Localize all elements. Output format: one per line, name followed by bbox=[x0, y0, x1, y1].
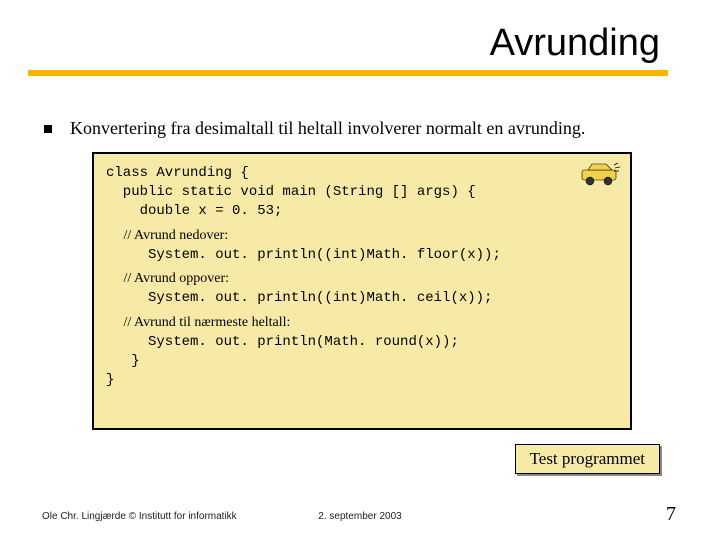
code-box: class Avrunding { public static void mai… bbox=[92, 152, 632, 430]
code-comment: // Avrund nedover: bbox=[106, 227, 618, 246]
slide-title: Avrunding bbox=[490, 22, 660, 65]
code-line: System. out. println(Math. round(x)); bbox=[106, 333, 618, 352]
code-line: } bbox=[106, 352, 618, 371]
bullet-icon bbox=[44, 125, 52, 133]
code-line: System. out. println((int)Math. ceil(x))… bbox=[106, 289, 618, 308]
code-line: } bbox=[106, 371, 618, 390]
code-line: double x = 0. 53; bbox=[106, 202, 618, 221]
code-line: public static void main (String [] args)… bbox=[106, 183, 618, 202]
code-line: class Avrunding { bbox=[106, 164, 618, 183]
car-icon bbox=[578, 160, 622, 188]
code-line: System. out. println((int)Math. floor(x)… bbox=[106, 246, 618, 265]
footer-author: Ole Chr. Lingjærde © Institutt for infor… bbox=[42, 511, 237, 522]
test-program-button[interactable]: Test programmet bbox=[515, 444, 660, 474]
footer-date: 2. september 2003 bbox=[318, 511, 401, 522]
bullet-item: Konvertering fra desimaltall til heltall… bbox=[44, 118, 585, 139]
slide: Avrunding Konvertering fra desimaltall t… bbox=[0, 0, 720, 540]
bullet-text: Konvertering fra desimaltall til heltall… bbox=[70, 118, 585, 139]
code-comment: // Avrund oppover: bbox=[106, 270, 618, 289]
accent-line bbox=[28, 70, 668, 76]
page-number: 7 bbox=[666, 503, 676, 526]
code-comment: // Avrund til nærmeste heltall: bbox=[106, 314, 618, 333]
